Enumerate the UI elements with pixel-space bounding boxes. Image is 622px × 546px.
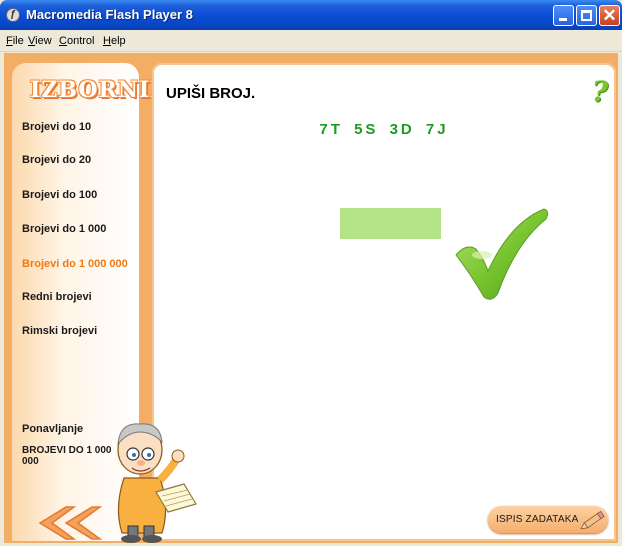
sidebar-item-brojevi-do-100[interactable]: Brojevi do 100 — [22, 189, 97, 201]
menu-view[interactable]: View — [28, 35, 52, 47]
menu-control[interactable]: Control — [59, 35, 94, 47]
minimize-button[interactable] — [553, 5, 574, 26]
answer-input[interactable] — [340, 208, 441, 239]
sidebar-item-brojevi-do-10[interactable]: Brojevi do 10 — [22, 121, 91, 133]
sidebar-heading: IZBORNIK — [30, 77, 171, 103]
print-tasks-button[interactable]: ISPIS ZADATAKA — [488, 506, 608, 533]
maximize-button[interactable] — [576, 5, 597, 26]
number-description: 7T 5S 3D 7J — [319, 121, 449, 138]
window-title-bar[interactable]: ƒ Macromedia Flash Player 8 ✕ — [0, 0, 622, 30]
sidebar-item-brojevi-do-1000000[interactable]: Brojevi do 1 000 000 — [22, 258, 128, 270]
menu-bar: File View Control Help — [0, 30, 622, 52]
task-title: UPIŠI BROJ. — [166, 85, 256, 102]
flash-stage: IZBORNIK Brojevi do 10 Brojevi do 20 Bro… — [4, 53, 618, 543]
maximize-icon — [581, 10, 592, 21]
review-label[interactable]: Ponavljanje — [22, 423, 83, 435]
sidebar-item-brojevi-do-20[interactable]: Brojevi do 20 — [22, 154, 91, 166]
sidebar-item-rimski-brojevi[interactable]: Rimski brojevi — [22, 325, 97, 337]
menu-help[interactable]: Help — [103, 35, 126, 47]
checkmark-icon — [455, 208, 549, 300]
menu-file[interactable]: File — [6, 35, 24, 47]
question-mark-icon[interactable]: ? — [588, 77, 612, 107]
flash-player-icon: ƒ — [6, 8, 20, 22]
exercise-panel: UPIŠI BROJ. ? 7T 5S 3D 7J ISPIS ZADATAKA — [152, 63, 616, 541]
pencil-icon — [580, 510, 605, 530]
close-button[interactable]: ✕ — [599, 5, 620, 26]
sidebar-item-redni-brojevi[interactable]: Redni brojevi — [22, 291, 92, 303]
minimize-icon — [559, 18, 567, 21]
print-tasks-label: ISPIS ZADATAKA — [496, 514, 579, 525]
review-topic[interactable]: BROJEVI DO 1 000 000 — [22, 445, 112, 467]
window-title: Macromedia Flash Player 8 — [26, 7, 193, 22]
double-chevron-left-icon[interactable] — [32, 503, 102, 543]
teacher-character-illustration — [117, 423, 197, 543]
sidebar-item-brojevi-do-1000[interactable]: Brojevi do 1 000 — [22, 223, 106, 235]
close-icon: ✕ — [602, 6, 617, 25]
